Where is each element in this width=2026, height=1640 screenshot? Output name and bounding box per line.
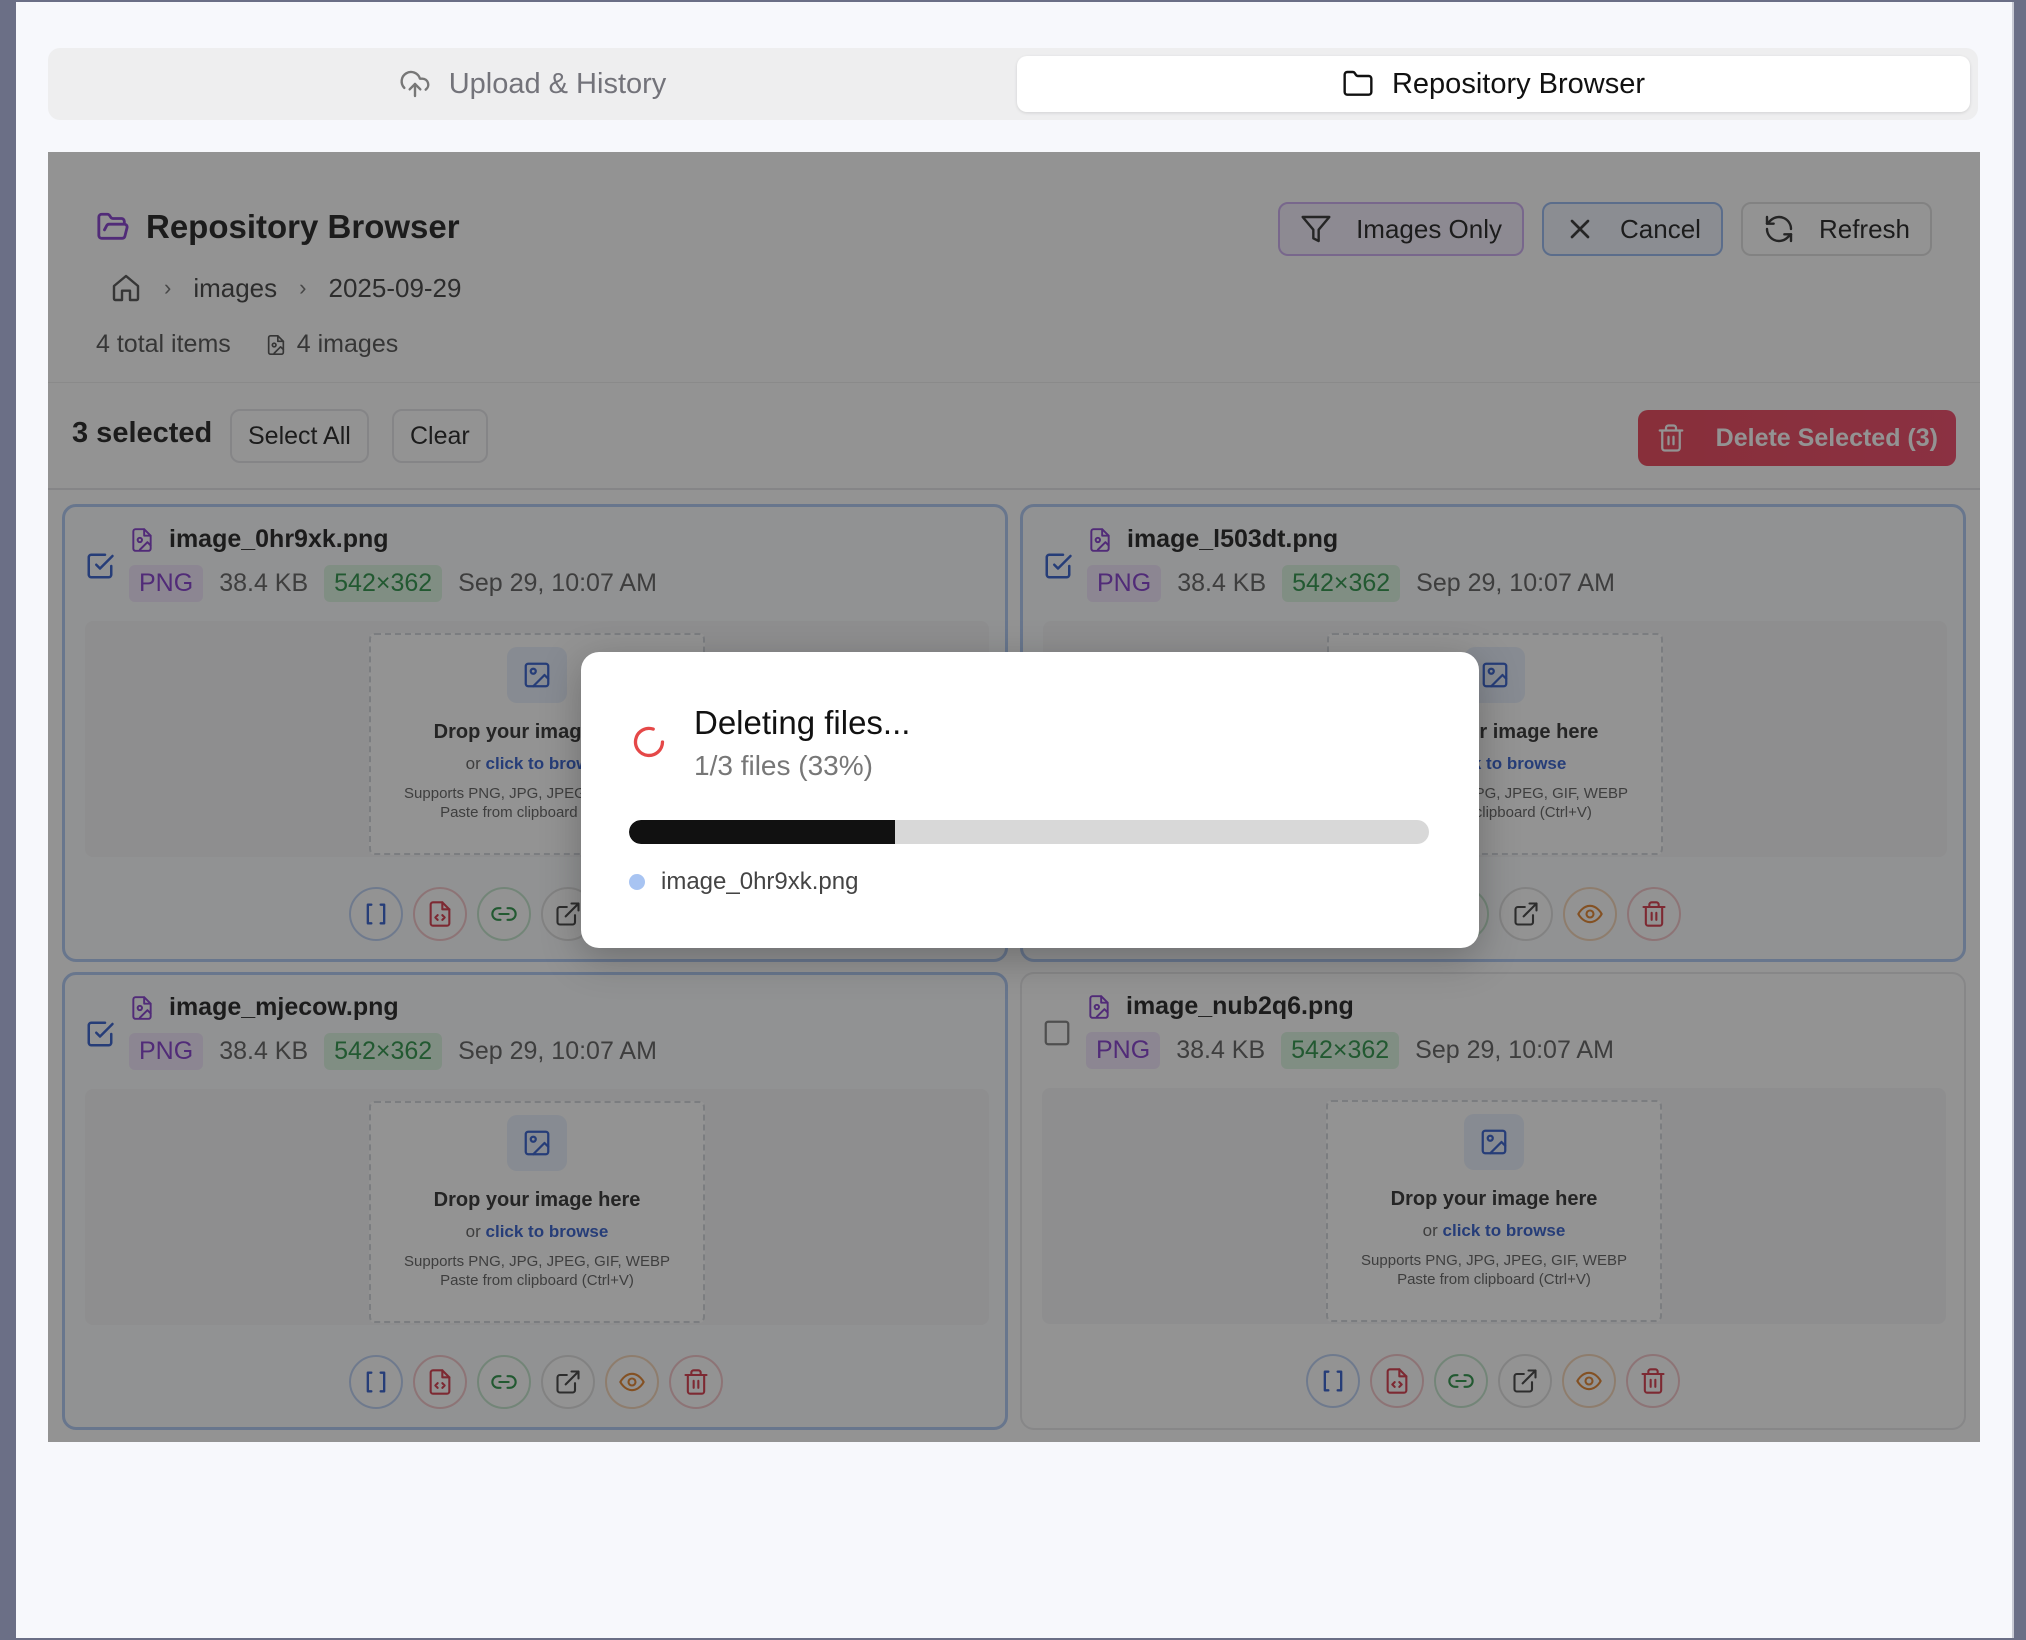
folder-icon — [1343, 70, 1373, 96]
progress-bar — [629, 820, 1429, 844]
delete-progress-dialog: Deleting files... 1/3 files (33%) image_… — [581, 652, 1479, 948]
tab-browser-label: Repository Browser — [1391, 67, 1646, 100]
current-file: image_0hr9xk.png — [629, 868, 858, 896]
tab-bar: Upload & History Repository Browser — [48, 48, 1978, 120]
progress-text: 1/3 files (33%) — [694, 750, 873, 781]
tab-repository-browser[interactable]: Repository Browser — [1017, 56, 1970, 112]
status-dot — [629, 874, 645, 890]
dialog-title: Deleting files... — [694, 704, 911, 741]
upload-cloud-icon — [400, 70, 430, 98]
tab-upload-label: Upload & History — [448, 67, 667, 100]
progress-bar-fill — [629, 820, 896, 844]
current-file-name: image_0hr9xk.png — [661, 868, 859, 895]
app-window: Upload & History Repository Browser Repo… — [16, 2, 2014, 1638]
tab-upload-history[interactable]: Upload & History — [56, 56, 1009, 112]
spinner-icon — [633, 726, 665, 758]
